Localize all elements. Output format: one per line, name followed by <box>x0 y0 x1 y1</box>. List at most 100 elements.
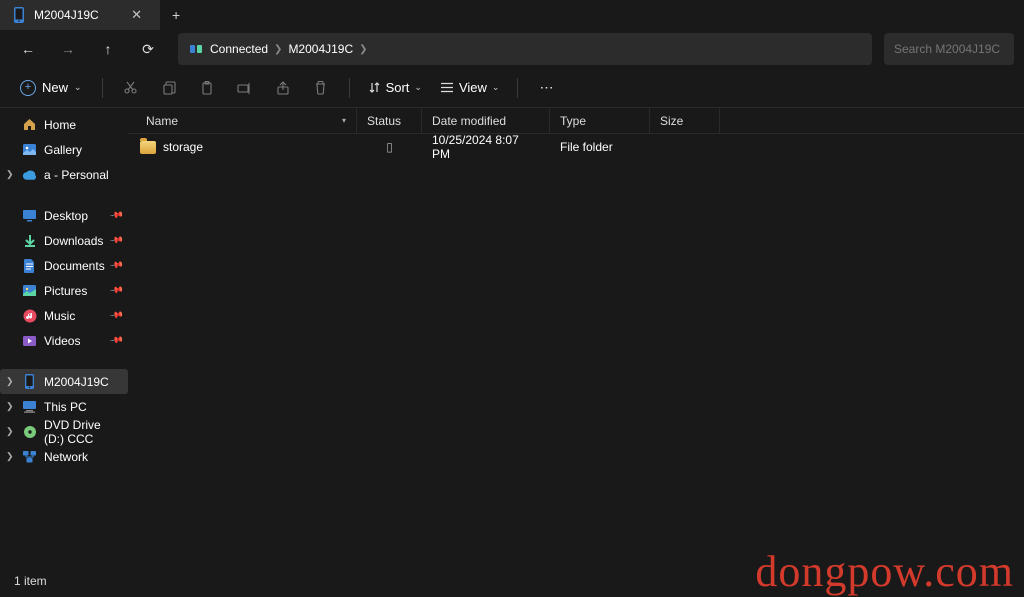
search-input[interactable] <box>894 42 1004 56</box>
doc-icon <box>22 258 37 273</box>
sidebar-item-label: Documents <box>44 259 105 273</box>
paste-icon[interactable] <box>189 72 225 104</box>
sidebar-item-label: Network <box>44 450 88 464</box>
home-icon <box>22 117 37 132</box>
pin-icon: 📌 <box>109 208 124 223</box>
share-icon[interactable] <box>265 72 301 104</box>
separator <box>102 78 103 98</box>
sidebar-item-label: Videos <box>44 334 80 348</box>
breadcrumb[interactable]: Connected ❯ M2004J19C ❯ <box>178 33 872 65</box>
new-tab-button[interactable]: + <box>160 7 192 23</box>
refresh-button[interactable]: ⟳ <box>130 33 166 65</box>
table-row[interactable]: storage ▯10/25/2024 8:07 PMFile folder <box>128 134 1024 160</box>
view-icon <box>440 82 454 93</box>
status-bar: 1 item <box>0 571 61 591</box>
column-status[interactable]: Status <box>357 108 422 133</box>
pin-icon: 📌 <box>109 233 124 248</box>
phone-icon <box>22 374 37 389</box>
up-button[interactable]: ↑ <box>90 33 126 65</box>
tab-active[interactable]: M2004J19C ✕ <box>0 0 160 30</box>
item-count: 1 item <box>14 574 47 588</box>
sidebar-item-label: Downloads <box>44 234 103 248</box>
dvd-icon <box>22 424 37 439</box>
chevron-right-icon: ❯ <box>6 376 14 387</box>
column-name[interactable]: Name▾ <box>128 108 357 133</box>
new-button[interactable]: + New ⌄ <box>10 75 92 101</box>
file-type: File folder <box>550 140 650 154</box>
sidebar-item-downloads[interactable]: Downloads 📌 <box>0 228 128 253</box>
sidebar-item-dvd-drive-d-ccc[interactable]: ❯ DVD Drive (D:) CCC <box>0 419 128 444</box>
chevron-down-icon: ⌄ <box>74 82 82 93</box>
chevron-right-icon: ❯ <box>6 401 14 412</box>
separator <box>349 78 350 98</box>
sidebar-item-documents[interactable]: Documents 📌 <box>0 253 128 278</box>
rename-icon[interactable] <box>227 72 263 104</box>
chevron-right-icon: ❯ <box>6 426 14 437</box>
sidebar-item-label: Music <box>44 309 75 323</box>
phone-icon <box>12 8 26 22</box>
column-size[interactable]: Size <box>650 108 720 133</box>
pin-icon: 📌 <box>109 333 124 348</box>
view-label: View <box>459 80 487 95</box>
breadcrumb-part[interactable]: M2004J19C <box>288 42 353 56</box>
sidebar-item-desktop[interactable]: Desktop 📌 <box>0 203 128 228</box>
cut-icon[interactable] <box>113 72 149 104</box>
sidebar-item-label: Gallery <box>44 143 82 157</box>
file-status: ▯ <box>357 140 422 154</box>
watermark: dongpow.com <box>755 546 1014 597</box>
separator <box>517 78 518 98</box>
back-button[interactable]: ← <box>10 33 46 65</box>
tab-bar: M2004J19C ✕ + <box>0 0 1024 30</box>
file-list: Name▾ Status Date modified Type Size sto… <box>128 108 1024 575</box>
body: HomeGallery❯a - Personal Desktop📌Downloa… <box>0 108 1024 575</box>
sort-label: Sort <box>386 80 410 95</box>
nav-bar: ← → ↑ ⟳ Connected ❯ M2004J19C ❯ <box>0 30 1024 68</box>
pin-icon: 📌 <box>109 308 124 323</box>
chevron-right-icon: ❯ <box>6 169 14 180</box>
sidebar-item-m2004j19c[interactable]: ❯ M2004J19C <box>0 369 128 394</box>
sidebar-item-network[interactable]: ❯ Network <box>0 444 128 469</box>
sidebar-item-pictures[interactable]: Pictures📌 <box>0 278 128 303</box>
more-icon[interactable]: ⋯ <box>528 72 564 104</box>
sidebar-item-label: M2004J19C <box>44 375 109 389</box>
sidebar-item-this-pc[interactable]: ❯This PC <box>0 394 128 419</box>
search-box[interactable] <box>884 33 1014 65</box>
column-date[interactable]: Date modified <box>422 108 550 133</box>
sort-indicator-icon: ▾ <box>342 116 346 125</box>
sidebar-item-music[interactable]: Music 📌 <box>0 303 128 328</box>
sidebar-item-a-personal[interactable]: ❯ a - Personal <box>0 162 128 187</box>
chevron-down-icon: ⌄ <box>414 82 422 93</box>
sort-icon <box>368 81 381 94</box>
file-name: storage <box>163 140 203 154</box>
column-headers: Name▾ Status Date modified Type Size <box>128 108 1024 134</box>
net-icon <box>22 449 37 464</box>
chevron-down-icon: ⌄ <box>492 82 500 93</box>
close-icon[interactable]: ✕ <box>125 5 148 25</box>
sidebar-item-label: DVD Drive (D:) CCC <box>44 418 122 446</box>
copy-icon[interactable] <box>151 72 187 104</box>
sidebar-item-label: Home <box>44 118 76 132</box>
column-type[interactable]: Type <box>550 108 650 133</box>
pin-icon: 📌 <box>109 258 124 273</box>
pic-icon <box>22 283 37 298</box>
chevron-right-icon: ❯ <box>359 44 367 55</box>
view-button[interactable]: View ⌄ <box>432 75 508 100</box>
sidebar-item-label: a - Personal <box>44 168 109 182</box>
sidebar-item-videos[interactable]: Videos 📌 <box>0 328 128 353</box>
forward-button[interactable]: → <box>50 33 86 65</box>
sidebar-item-gallery[interactable]: Gallery <box>0 137 128 162</box>
chevron-right-icon: ❯ <box>6 451 14 462</box>
sidebar-item-label: Desktop <box>44 209 88 223</box>
sidebar: HomeGallery❯a - Personal Desktop📌Downloa… <box>0 108 128 575</box>
plus-icon: + <box>20 80 36 96</box>
delete-icon[interactable] <box>303 72 339 104</box>
file-date: 10/25/2024 8:07 PM <box>422 133 550 161</box>
tab-title: M2004J19C <box>34 8 117 22</box>
folder-icon <box>140 141 156 154</box>
music-icon <box>22 308 37 323</box>
pin-icon: 📌 <box>109 283 124 298</box>
sidebar-item-home[interactable]: Home <box>0 112 128 137</box>
breadcrumb-part[interactable]: Connected <box>210 42 268 56</box>
video-icon <box>22 333 37 348</box>
sort-button[interactable]: Sort ⌄ <box>360 75 430 100</box>
